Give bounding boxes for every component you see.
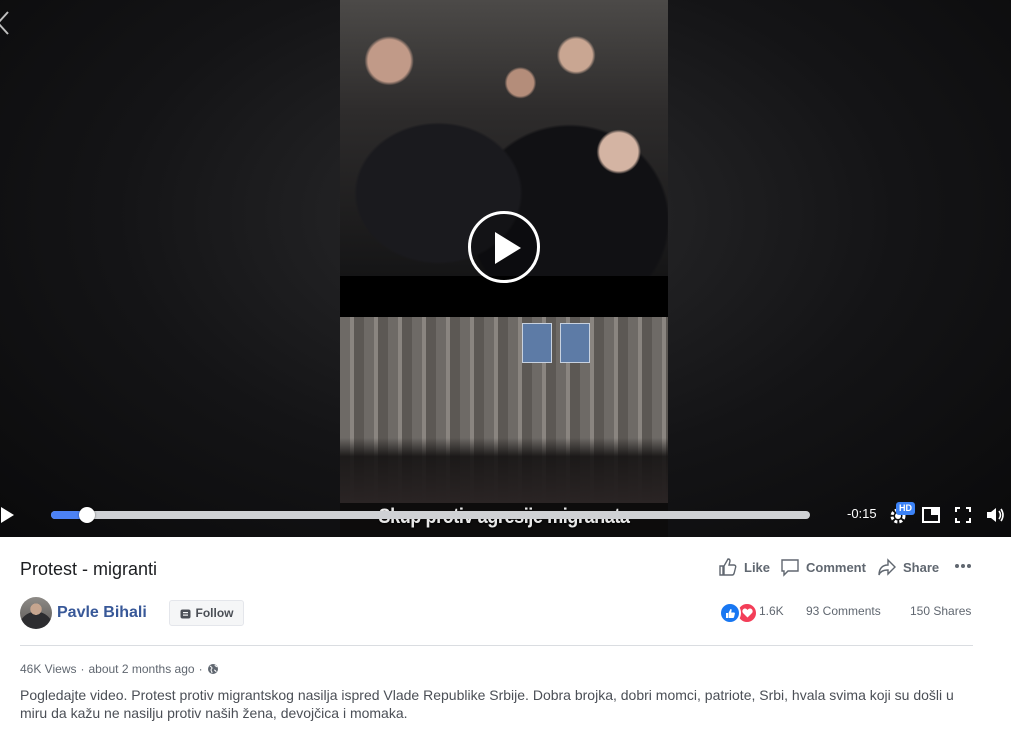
play-icon[interactable] — [0, 506, 16, 524]
video-player[interactable]: Skup protiv agresije migranata — [0, 0, 1011, 537]
like-button[interactable]: Like — [718, 557, 770, 577]
like-icon — [719, 558, 737, 576]
play-icon — [495, 232, 521, 264]
follow-label: Follow — [195, 606, 234, 620]
globe-icon — [207, 664, 218, 674]
post-meta: 46K Views · about 2 months ago · — [20, 662, 219, 676]
view-count: 46K Views — [20, 662, 77, 676]
reactions[interactable] — [719, 602, 758, 624]
share-count[interactable]: 150 Shares — [910, 604, 971, 618]
reaction-count[interactable]: 1.6K — [759, 604, 784, 618]
post-time[interactable]: about 2 months ago — [88, 662, 194, 676]
follow-button[interactable]: Follow — [169, 600, 244, 626]
author-name[interactable]: Pavle Bihali — [57, 604, 147, 622]
progress-handle[interactable] — [79, 507, 95, 523]
comment-count[interactable]: 93 Comments — [806, 604, 881, 618]
back-icon[interactable] — [0, 10, 10, 36]
fullscreen-icon[interactable] — [953, 505, 973, 525]
remaining-time: -0:15 — [847, 506, 877, 521]
share-button[interactable]: Share — [877, 557, 939, 577]
volume-icon[interactable] — [985, 505, 1005, 525]
comment-label: Comment — [806, 559, 866, 575]
hd-badge: HD — [896, 502, 915, 515]
progress-bar[interactable] — [51, 507, 810, 523]
comment-icon — [781, 559, 799, 577]
share-icon — [878, 558, 896, 576]
big-play-button[interactable] — [468, 211, 540, 283]
divider — [20, 645, 973, 646]
like-label: Like — [744, 559, 771, 575]
miniplayer-icon[interactable] — [921, 505, 941, 525]
avatar[interactable] — [20, 597, 52, 629]
share-label: Share — [903, 559, 940, 575]
comment-button[interactable]: Comment — [780, 557, 866, 577]
post-description: Pogledajte video. Protest protiv migrant… — [20, 687, 954, 721]
like-reaction-icon — [719, 602, 741, 624]
follow-icon — [180, 609, 190, 618]
more-icon[interactable] — [954, 562, 972, 570]
video-frame-bottom-image — [340, 317, 668, 503]
video-title: Protest - migranti — [20, 559, 158, 579]
